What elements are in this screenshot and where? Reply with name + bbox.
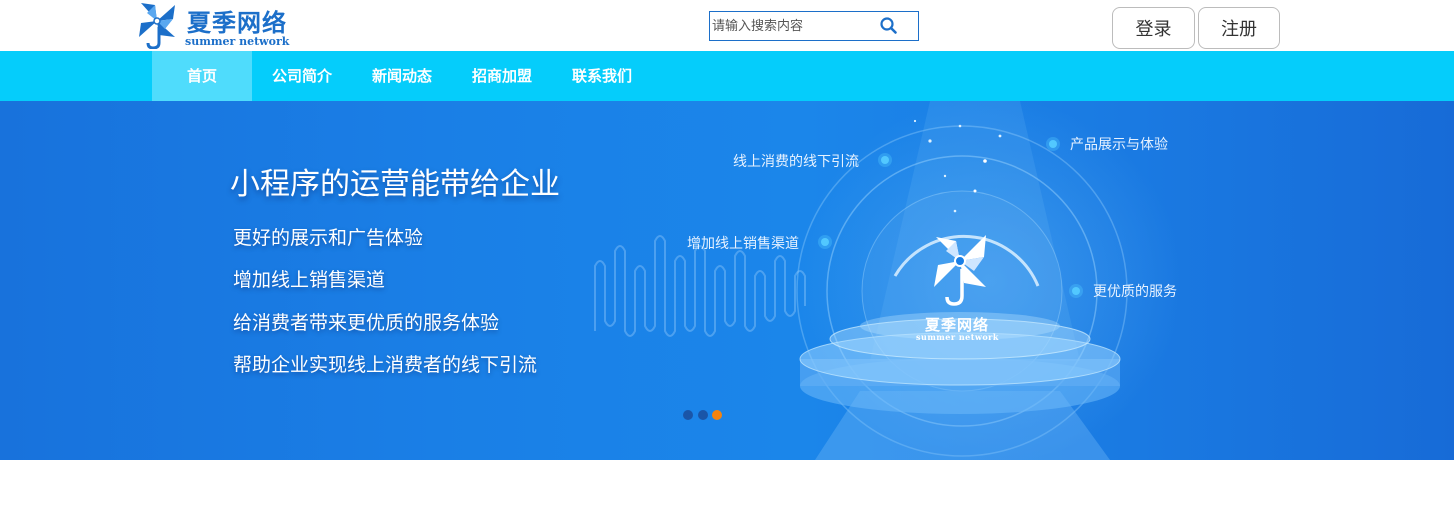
pinwheel-logo-icon [139, 3, 175, 49]
nav-item-news[interactable]: 新闻动态 [356, 51, 448, 101]
feature-label: 线上消费的线下引流 [733, 154, 859, 170]
carousel-pager [683, 410, 727, 420]
logo-title: 夏季网络 [187, 9, 287, 37]
search-icon [880, 17, 897, 34]
carousel-dot-active[interactable] [712, 410, 722, 420]
nav-item-franchise[interactable]: 招商加盟 [456, 51, 548, 101]
site-header: 夏季网络 summer network 登录 注册 [0, 0, 1454, 51]
nav-item-contact[interactable]: 联系我们 [556, 51, 648, 101]
banner-point: 更好的展示和广告体验 [233, 227, 424, 249]
feature-dot-icon [818, 235, 832, 249]
banner-point: 给消费者带来更优质的服务体验 [233, 312, 500, 334]
nav-item-home[interactable]: 首页 [152, 51, 252, 101]
register-button[interactable]: 注册 [1198, 7, 1280, 49]
banner-point: 帮助企业实现线上消费者的线下引流 [233, 354, 538, 376]
logo-subtitle: summer network [185, 35, 290, 48]
feature-label: 产品展示与体验 [1070, 137, 1168, 153]
site-logo[interactable]: 夏季网络 summer network [137, 1, 307, 49]
feature-label: 增加线上销售渠道 [687, 236, 799, 252]
banner-point: 增加线上销售渠道 [233, 269, 386, 291]
main-nav: 首页 公司简介 新闻动态 招商加盟 联系我们 [0, 51, 1454, 101]
feature-dot-icon [1069, 284, 1083, 298]
banner-decoration [594, 101, 1128, 460]
search-box [709, 11, 919, 41]
nav-item-about[interactable]: 公司简介 [256, 51, 348, 101]
search-input[interactable] [712, 14, 872, 38]
feature-dot-icon [878, 153, 892, 167]
search-button[interactable] [878, 15, 900, 37]
carousel-dot[interactable] [683, 410, 693, 420]
login-button[interactable]: 登录 [1112, 7, 1195, 49]
banner-slogan: 小程序的运营能带给企业 [230, 167, 560, 202]
banner-logo-subtitle: summer network [916, 332, 999, 342]
hero-banner: 小程序的运营能带给企业 更好的展示和广告体验 增加线上销售渠道 给消费者带来更优… [0, 101, 1454, 460]
feature-label: 更优质的服务 [1093, 284, 1177, 300]
carousel-dot[interactable] [698, 410, 708, 420]
feature-dot-icon [1046, 137, 1060, 151]
